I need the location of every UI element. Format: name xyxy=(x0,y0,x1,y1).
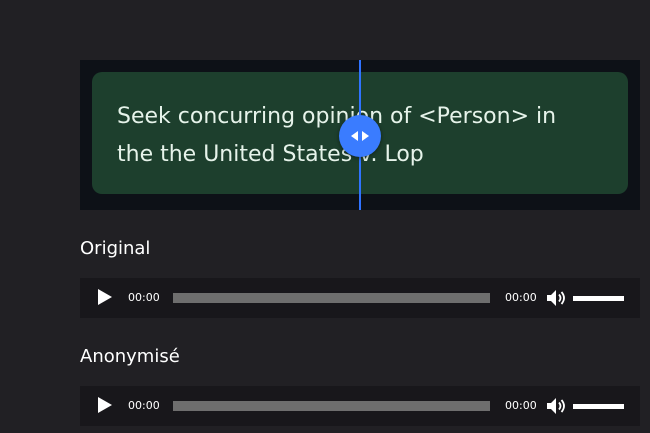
left-right-arrows-icon xyxy=(351,131,369,141)
speaker-icon[interactable] xyxy=(546,289,568,307)
duration: 00:00 xyxy=(505,399,537,412)
volume-slider[interactable] xyxy=(573,404,624,409)
comparison-slider-handle[interactable] xyxy=(339,115,381,157)
page: Seek concurring opinion of <Person> in t… xyxy=(0,0,650,433)
play-icon[interactable] xyxy=(98,289,112,305)
anonymised-audio-player[interactable]: 00:00 00:00 xyxy=(80,386,640,426)
speaker-icon[interactable] xyxy=(546,397,568,415)
seek-bar[interactable] xyxy=(173,401,490,411)
anonymised-audio-label: Anonymisé xyxy=(80,346,180,367)
current-time: 00:00 xyxy=(128,399,160,412)
before-after-comparison[interactable]: Seek concurring opinion of <Person> in t… xyxy=(80,60,640,210)
volume-slider[interactable] xyxy=(573,296,624,301)
duration: 00:00 xyxy=(505,291,537,304)
seek-bar[interactable] xyxy=(173,293,490,303)
current-time: 00:00 xyxy=(128,291,160,304)
play-icon[interactable] xyxy=(98,397,112,413)
original-audio-player[interactable]: 00:00 00:00 xyxy=(80,278,640,318)
original-audio-label: Original xyxy=(80,238,151,259)
